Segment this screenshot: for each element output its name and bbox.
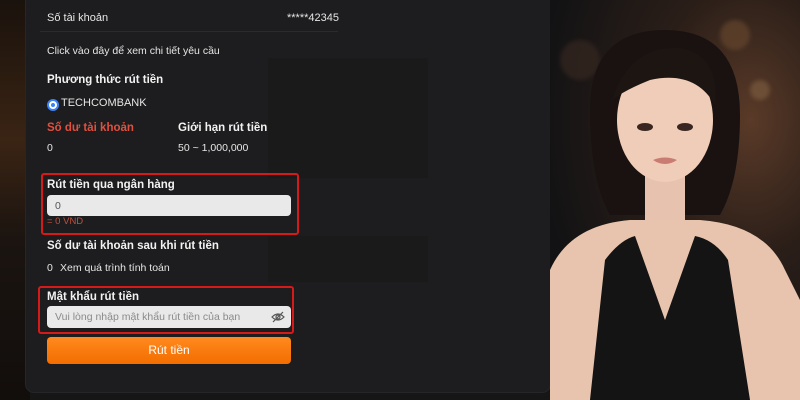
password-label: Mật khẩu rút tiền bbox=[47, 291, 140, 303]
limit-label: Giới hạn rút tiền bbox=[178, 122, 268, 134]
divider bbox=[40, 31, 338, 32]
password-input[interactable] bbox=[47, 306, 291, 328]
person-illustration bbox=[550, 30, 800, 400]
eye-off-icon[interactable] bbox=[271, 311, 285, 323]
after-balance-value: 0 bbox=[47, 262, 53, 274]
converted-amount: = 0 VND bbox=[47, 216, 84, 227]
bank-option-label[interactable]: TECHCOMBANK bbox=[61, 97, 147, 109]
withdraw-label: Rút tiền qua ngân hàng bbox=[47, 179, 175, 191]
decorative-block bbox=[268, 236, 428, 282]
account-label: Số tài khoản bbox=[47, 12, 109, 24]
account-number: *****42345 bbox=[287, 12, 339, 24]
withdraw-button[interactable]: Rút tiền bbox=[47, 337, 291, 364]
limit-value: 50 ~ 1,000,000 bbox=[178, 142, 249, 154]
balance-value: 0 bbox=[47, 142, 53, 154]
withdraw-amount-input[interactable] bbox=[47, 195, 291, 216]
method-title: Phương thức rút tiền bbox=[47, 74, 164, 86]
details-link[interactable]: Click vào đây để xem chi tiết yêu cầu bbox=[47, 45, 220, 57]
password-field[interactable] bbox=[55, 306, 256, 327]
promo-photo bbox=[550, 0, 800, 400]
calculation-link[interactable]: Xem quá trình tính toán bbox=[60, 262, 170, 274]
after-balance-label: Số dư tài khoản sau khi rút tiền bbox=[47, 240, 219, 252]
balance-label: Số dư tài khoản bbox=[47, 122, 134, 134]
withdraw-amount-field[interactable] bbox=[55, 195, 256, 216]
decorative-block bbox=[268, 58, 428, 178]
radio-selected-icon[interactable] bbox=[47, 99, 59, 111]
